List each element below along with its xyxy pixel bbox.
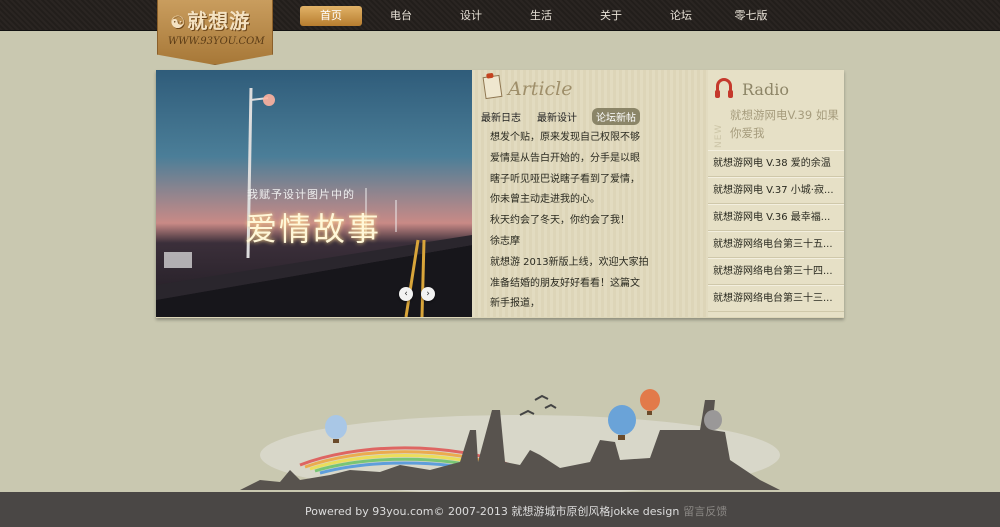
list-item[interactable]: 爱情是从告白开始的，分手是以眼: [490, 149, 700, 170]
slider-prev-button[interactable]: ‹: [399, 287, 413, 301]
radio-list-item[interactable]: 就想游网电 V.36 最幸福...: [708, 204, 844, 231]
fence-shape: [164, 252, 192, 268]
list-item[interactable]: 就想游 2013新版上线，欢迎大家拍: [490, 253, 700, 274]
lamp-light: [263, 94, 275, 106]
list-item[interactable]: 新手报道，: [490, 294, 700, 315]
slider-caption-top: 我赋予设计图片中的: [247, 188, 355, 201]
list-item[interactable]: 准备结婚的朋友好好看看！这篇文: [490, 274, 700, 295]
radio-list: 就想游网电 V.38 爱的余温 就想游网电 V.37 小城·寂... 就想游网电…: [708, 150, 844, 312]
new-badge: NEW: [714, 123, 724, 148]
footer-feedback-link[interactable]: 留言反馈: [683, 505, 727, 518]
birds-shape: [519, 394, 557, 416]
slider-photo[interactable]: 我赋予设计图片中的 爱情故事 ‹ ›: [156, 70, 472, 317]
radio-title: Radio: [742, 80, 789, 99]
logo-brand: ☯就想游: [170, 5, 250, 34]
nav-item-design[interactable]: 设计: [440, 6, 502, 26]
tab-latest-logs[interactable]: 最新日志: [481, 109, 521, 124]
list-item[interactable]: 徐志摩: [490, 232, 700, 253]
nav-item-v07[interactable]: 零七版: [720, 6, 782, 26]
swirl-icon: ☯: [170, 13, 187, 33]
tab-latest-designs[interactable]: 最新设计: [537, 109, 577, 124]
site-logo[interactable]: ☯就想游 WWW.93YOU.COM: [157, 0, 273, 65]
content-panel: 我赋予设计图片中的 爱情故事 ‹ › Article 最新日志 最新设计 论坛新…: [156, 70, 844, 318]
footer-copyright: Powered by 93you.com© 2007-2013 就想游城市原创风…: [305, 505, 680, 518]
page-footer: Powered by 93you.com© 2007-2013 就想游城市原创风…: [0, 492, 1000, 527]
list-item[interactable]: 瞎子听见哑巴说瞎子看到了爱情，: [490, 170, 700, 191]
slider-caption-main: 爱情故事: [245, 210, 382, 248]
nav-item-radio[interactable]: 电台: [370, 6, 432, 26]
radio-panel: Radio NEW 就想游网电V.39 如果你爱我 就想游网电 V.38 爱的余…: [708, 70, 844, 317]
list-item[interactable]: 秋天约会了冬天，你约会了我！: [490, 211, 700, 232]
radio-list-item[interactable]: 就想游网络电台第三十四...: [708, 258, 844, 285]
city-skyline: [240, 389, 780, 495]
nav-item-about[interactable]: 关于: [580, 6, 642, 26]
nav-item-life[interactable]: 生活: [510, 6, 572, 26]
article-list: 想发个贴，原来发现自己权限不够 爱情是从告白开始的，分手是以眼 瞎子听见哑巴说瞎…: [490, 128, 700, 315]
nav-item-home[interactable]: 首页: [300, 6, 362, 26]
list-item[interactable]: 你未曾主动走进我的心。: [490, 190, 700, 211]
headphone-icon: [715, 78, 733, 98]
radio-list-item[interactable]: 就想游网电 V.37 小城·寂...: [708, 177, 844, 204]
radio-list-item[interactable]: 就想游网电 V.38 爱的余温: [708, 150, 844, 177]
slider-next-button[interactable]: ›: [421, 287, 435, 301]
logo-url: WWW.93YOU.COM: [168, 36, 265, 47]
radio-feature[interactable]: 就想游网电V.39 如果你爱我: [730, 106, 842, 142]
clipboard-icon: [482, 74, 503, 100]
list-item[interactable]: 想发个贴，原来发现自己权限不够: [490, 128, 700, 149]
road-line-right: [420, 239, 426, 317]
tab-forum-posts[interactable]: 论坛新帖: [592, 108, 640, 125]
footer-text: Powered by 93you.com© 2007-2013 就想游城市原创风…: [305, 503, 727, 519]
footer-scene: [0, 370, 1000, 495]
radio-list-item[interactable]: 就想游网络电台第三十三...: [708, 285, 844, 312]
logo-brand-text: 就想游: [187, 9, 251, 33]
balloon-right: [640, 389, 660, 415]
article-title: Article: [508, 78, 573, 100]
radio-list-item[interactable]: 就想游网络电台第三十五...: [708, 231, 844, 258]
article-header: Article: [482, 74, 694, 102]
radio-header: Radio: [708, 70, 844, 104]
article-panel: Article 最新日志 最新设计 论坛新帖 想发个贴，原来发现自己权限不够 爱…: [472, 70, 708, 317]
nav-item-forum[interactable]: 论坛: [650, 6, 712, 26]
balloon-gray: [704, 410, 722, 430]
